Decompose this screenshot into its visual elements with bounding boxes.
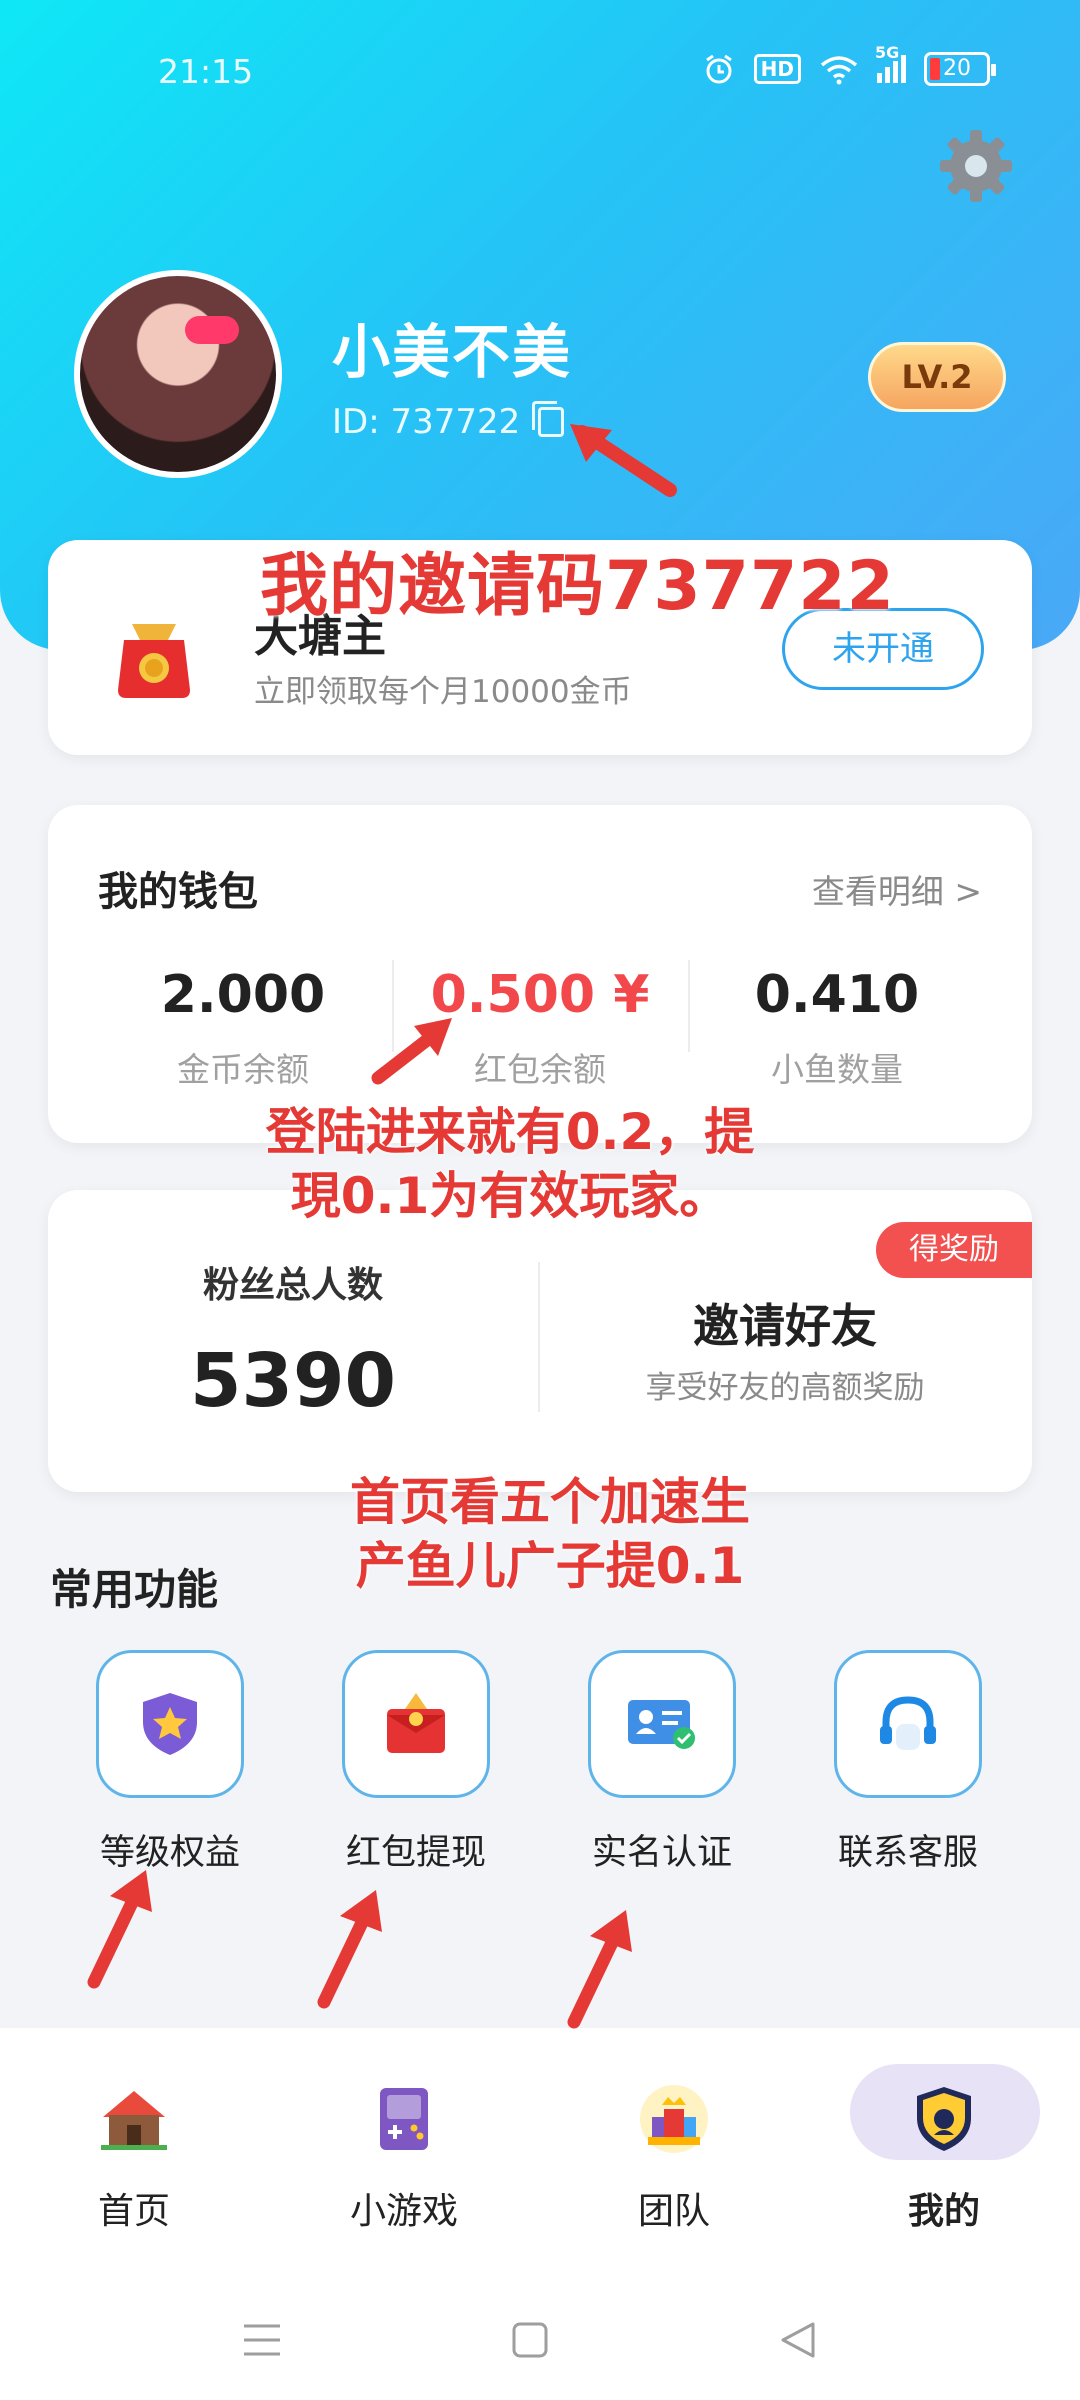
team-icon bbox=[633, 2078, 715, 2160]
profile-badge-icon bbox=[903, 2078, 985, 2160]
settings-gear-icon[interactable] bbox=[936, 126, 1016, 206]
func-label: 联系客服 bbox=[837, 1833, 978, 1873]
nav-item-mine[interactable]: 我的 bbox=[844, 2078, 1044, 2234]
fish-count-label: 小鱼数量 bbox=[771, 1050, 903, 1089]
nav-item-games[interactable]: 小游戏 bbox=[304, 2078, 504, 2234]
coin-balance-label: 金币余额 bbox=[177, 1050, 309, 1089]
wifi-icon bbox=[820, 56, 858, 85]
fish-count[interactable]: 0.410 小鱼数量 bbox=[687, 965, 987, 1091]
invite-subtitle: 享受好友的高额奖励 bbox=[645, 1370, 925, 1406]
shield-star-icon bbox=[143, 1693, 197, 1755]
fans-label: 粉丝总人数 bbox=[202, 1265, 383, 1306]
func-box bbox=[342, 1650, 490, 1798]
system-nav-bar bbox=[0, 2280, 1080, 2400]
status-icons: HD 5G 20 bbox=[702, 43, 996, 86]
annotation-line: 首页看五个加速生 bbox=[350, 1473, 750, 1531]
home-square-icon[interactable] bbox=[500, 2310, 560, 2370]
func-label: 红包提现 bbox=[345, 1833, 486, 1873]
nav-label: 团队 bbox=[637, 2191, 710, 2232]
invite-friends-button[interactable]: 邀请好友 bbox=[538, 1290, 1032, 1356]
wallet-detail-link[interactable]: 查看明细 > bbox=[812, 865, 982, 913]
nav-label: 首页 bbox=[97, 2191, 170, 2232]
red-bag-icon bbox=[118, 624, 190, 698]
annotation-line: 产鱼儿广子提0.1 bbox=[355, 1537, 745, 1595]
func-label: 实名认证 bbox=[591, 1833, 732, 1873]
annotation-line: 登陆进来就有0.2，提 bbox=[265, 1103, 755, 1161]
signal-icon: 5G bbox=[875, 43, 906, 83]
fans-card: 粉丝总人数 5390 邀请好友 享受好友的高额奖励 得奖励 bbox=[48, 1190, 1032, 1492]
annotation-arrow bbox=[87, 1870, 152, 1989]
user-id: ID: 737722 bbox=[332, 402, 521, 442]
avatar[interactable] bbox=[74, 270, 282, 478]
wallet-card: 我的钱包 查看明细 > 2.000 金币余额 0.500 ¥ 红包余额 0.41… bbox=[48, 805, 1032, 1143]
headset-icon bbox=[880, 1696, 936, 1750]
nav-item-home[interactable]: 首页 bbox=[34, 2078, 234, 2234]
nav-label: 小游戏 bbox=[349, 2191, 458, 2232]
annotation-invite-code: 我的邀请码737722 bbox=[260, 547, 895, 626]
annotation-home-note: 首页看五个加速生 产鱼儿广子提0.1 bbox=[300, 1470, 800, 1598]
alarm-icon bbox=[705, 54, 732, 84]
coin-balance-value: 2.000 bbox=[160, 965, 326, 1025]
functions-title: 常用功能 bbox=[50, 1565, 219, 1614]
annotation-arrow bbox=[317, 1890, 382, 2009]
avatar-bow bbox=[185, 316, 239, 344]
annotation-line: 現0.1为有效玩家。 bbox=[290, 1167, 730, 1225]
back-icon[interactable] bbox=[768, 2310, 828, 2370]
func-level-benefits[interactable]: 等级权益 bbox=[60, 1650, 280, 1875]
hd-icon: HD bbox=[753, 54, 801, 84]
battery-icon: 20 bbox=[924, 52, 996, 86]
id-card-icon bbox=[628, 1700, 695, 1749]
bottom-nav: 首页 小游戏 团队 我的 bbox=[0, 2028, 1080, 2280]
vip-subtitle: 立即领取每个月10000金币 bbox=[254, 674, 632, 710]
annotation-arrow bbox=[567, 1910, 632, 2029]
func-box bbox=[96, 1650, 244, 1798]
fans-count: 5390 bbox=[190, 1338, 396, 1424]
annotation-login-note: 登陆进来就有0.2，提 現0.1为有效玩家。 bbox=[200, 1100, 820, 1228]
func-box bbox=[588, 1650, 736, 1798]
fish-count-value: 0.410 bbox=[754, 965, 920, 1025]
coin-balance[interactable]: 2.000 金币余额 bbox=[93, 965, 393, 1091]
wallet-title: 我的钱包 bbox=[98, 869, 258, 915]
red-envelope-icon bbox=[387, 1693, 445, 1753]
reward-badge[interactable]: 得奖励 bbox=[876, 1222, 1032, 1278]
network-label: 5G bbox=[875, 43, 900, 62]
nav-item-team[interactable]: 团队 bbox=[574, 2078, 774, 2234]
home-icon bbox=[93, 2078, 175, 2160]
annotation-arrow bbox=[570, 424, 677, 497]
func-red-packet-withdraw[interactable]: 红包提现 bbox=[306, 1650, 526, 1875]
gamepad-icon bbox=[363, 2078, 445, 2160]
func-box bbox=[834, 1650, 982, 1798]
username: 小美不美 bbox=[332, 318, 573, 386]
status-time: 21:15 bbox=[158, 52, 254, 91]
user-id-row: ID: 737722 bbox=[332, 401, 565, 442]
level-badge[interactable]: LV.2 bbox=[868, 342, 1006, 412]
nav-label: 我的 bbox=[907, 2191, 980, 2232]
menu-icon[interactable] bbox=[232, 2310, 292, 2370]
annotation-arrow bbox=[371, 1018, 452, 1085]
func-real-name-auth[interactable]: 实名认证 bbox=[552, 1650, 772, 1875]
func-customer-service[interactable]: 联系客服 bbox=[798, 1650, 1018, 1875]
